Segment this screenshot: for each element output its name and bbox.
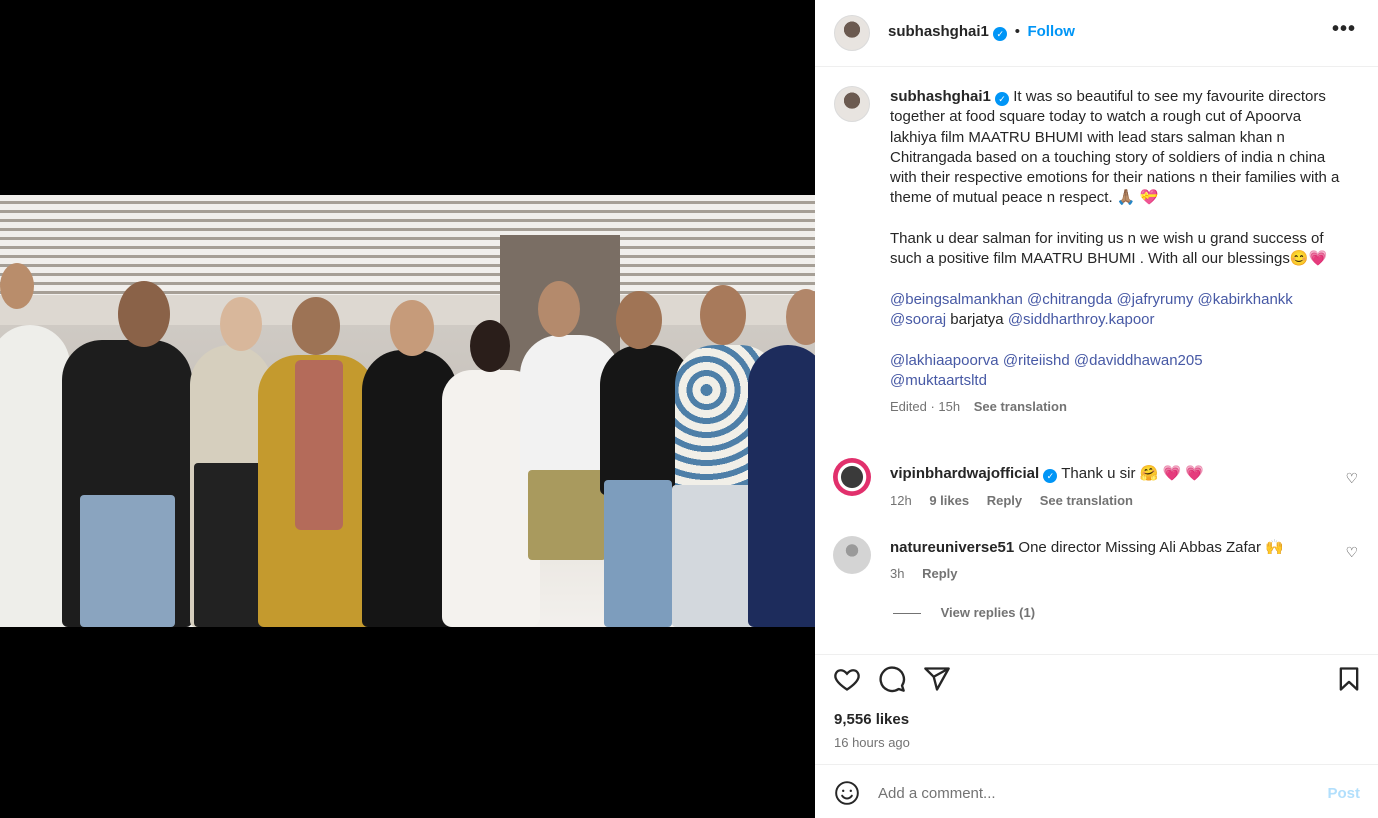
see-translation-link[interactable]: See translation <box>974 399 1067 414</box>
person-1-head <box>0 263 34 309</box>
caption-paragraph-2: Thank u dear salman for inviting us n we… <box>890 230 1328 268</box>
comment-time: 12h <box>890 493 912 508</box>
commenter-avatar[interactable] <box>833 458 871 496</box>
caption-text-1: It was so beautiful to see my favourite … <box>890 88 1340 207</box>
emoji-icon[interactable] <box>834 780 860 806</box>
person-4-scarf <box>295 360 343 530</box>
caption-username[interactable]: subhashghai1 <box>890 88 991 105</box>
mention-link[interactable]: @chitrangda <box>1027 291 1112 308</box>
post-header: subhashghai1 ✓ • Follow ••• <box>815 0 1378 67</box>
verified-icon: ✓ <box>993 27 1008 41</box>
person-9-head <box>700 285 746 345</box>
reply-button[interactable]: Reply <box>987 493 1022 508</box>
post-photo <box>0 195 815 627</box>
mention-link[interactable]: @kabirkhankk <box>1198 291 1293 308</box>
follow-button[interactable]: Follow <box>1027 23 1075 40</box>
post-detail-panel: subhashghai1 ✓ • Follow ••• subhashghai1… <box>815 0 1378 818</box>
mention-link[interactable]: @jafryrumy <box>1116 291 1193 308</box>
person-6-head <box>470 320 510 372</box>
mention-link[interactable]: @siddharthroy.kapoor <box>1008 311 1155 328</box>
mention-tail-text: barjatya <box>950 311 1004 329</box>
post-caption: subhashghai1 ✓ It was so beautiful to se… <box>890 87 1350 418</box>
caption-paragraph-1: subhashghai1 ✓ It was so beautiful to se… <box>890 87 1350 209</box>
caption-mentions-2: @lakhiaapoorva @riteiishd @daviddhawan20… <box>890 351 1350 392</box>
post-comment-button[interactable]: Post <box>1327 785 1360 802</box>
person-8-head <box>616 291 662 349</box>
comment-time: 3h <box>890 566 905 581</box>
replies-divider <box>893 613 921 615</box>
view-replies-link[interactable]: View replies (1) <box>941 605 1035 620</box>
reply-button[interactable]: Reply <box>922 566 957 581</box>
comment-meta: 3h Reply <box>890 566 958 581</box>
person-9-legs <box>672 485 752 627</box>
commenter-avatar[interactable] <box>833 536 871 574</box>
bookmark-icon[interactable] <box>1335 665 1363 693</box>
comment-body: One director Missing Ali Abbas Zafar 🙌 <box>1018 539 1284 556</box>
see-translation-link[interactable]: See translation <box>1040 493 1133 508</box>
mention-link[interactable]: @beingsalmankhan <box>890 291 1023 308</box>
comment-body: Thank u sir 🤗 💗 💗 <box>1061 465 1204 482</box>
comment-likes[interactable]: 9 likes <box>929 493 969 508</box>
comment-meta: 12h 9 likes Reply See translation <box>890 493 1133 508</box>
comment-text: natureuniverse51 One director Missing Al… <box>890 538 1330 556</box>
person-10 <box>748 345 815 627</box>
likes-count[interactable]: 9,556 likes <box>834 711 909 728</box>
mention-link[interactable]: @muktaartsltd <box>890 372 987 389</box>
mention-link[interactable]: @riteiishd <box>1003 352 1070 369</box>
comment-icon[interactable] <box>878 665 906 693</box>
comments-area[interactable]: subhashghai1 ✓ It was so beautiful to se… <box>815 68 1378 653</box>
person-2-head <box>118 281 170 347</box>
mention-link[interactable]: @daviddhawan205 <box>1074 352 1203 369</box>
person-1 <box>0 325 70 627</box>
verified-icon: ✓ <box>1043 469 1058 483</box>
person-7-shorts <box>528 470 606 560</box>
person-7-head <box>538 281 580 337</box>
post-media[interactable] <box>0 0 815 818</box>
post-time: 16 hours ago <box>834 735 910 750</box>
like-comment-icon[interactable]: ♡ <box>1345 470 1358 487</box>
mention-link[interactable]: @lakhiaapoorva <box>890 352 999 369</box>
mention-link[interactable]: @sooraj <box>890 311 946 328</box>
comment-text: vipinbhardwajofficial ✓ Thank u sir 🤗 💗 … <box>890 464 1330 483</box>
verified-icon: ✓ <box>995 92 1010 106</box>
like-comment-icon[interactable]: ♡ <box>1345 544 1358 561</box>
caption-meta: Edited · 15h See translation <box>890 397 1350 417</box>
commenter-username[interactable]: natureuniverse51 <box>890 539 1014 556</box>
caption-author-avatar[interactable] <box>834 86 870 122</box>
view-replies-row[interactable]: View replies (1) <box>893 605 1035 620</box>
action-bar: 9,556 likes 16 hours ago <box>815 654 1378 764</box>
person-2-legs <box>80 495 175 627</box>
comment-input[interactable] <box>878 780 1298 806</box>
person-3-head <box>220 297 262 351</box>
author-avatar[interactable] <box>834 15 870 51</box>
person-10-head <box>786 289 815 345</box>
author-username[interactable]: subhashghai1 <box>888 23 989 40</box>
person-8-legs <box>604 480 672 627</box>
photo-ceiling <box>0 195 815 295</box>
separator-dot: • <box>1014 23 1021 40</box>
heart-icon[interactable] <box>833 665 861 693</box>
person-5-head <box>390 300 434 356</box>
person-4-head <box>292 297 340 355</box>
share-icon[interactable] <box>923 665 951 693</box>
add-comment-bar: Post <box>815 764 1378 818</box>
caption-mentions-1: @beingsalmankhan @chitrangda @jafryrumy … <box>890 290 1350 331</box>
caption-edited-time: Edited · 15h <box>890 399 961 415</box>
more-icon[interactable]: ••• <box>1332 18 1356 41</box>
commenter-username[interactable]: vipinbhardwajofficial <box>890 465 1039 482</box>
